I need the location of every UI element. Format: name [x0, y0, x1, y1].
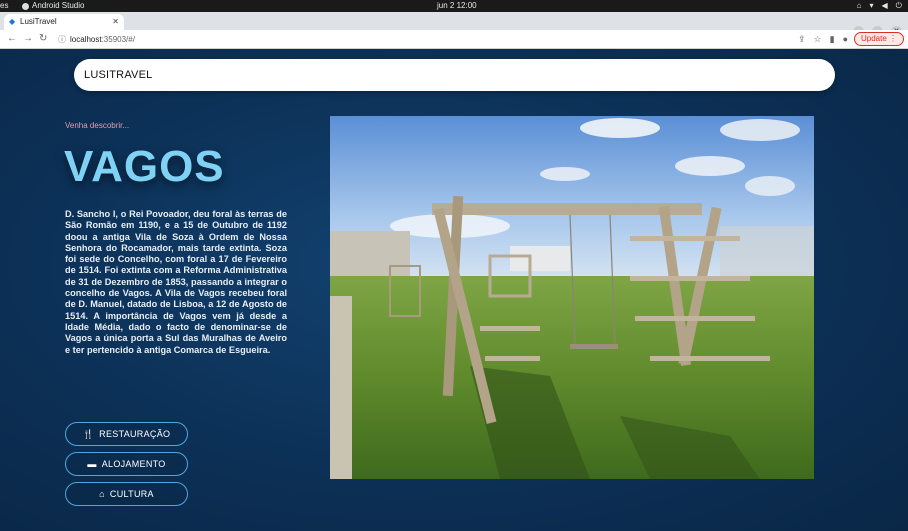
site-info-icon[interactable]: ⓘ	[58, 35, 66, 44]
browser-tab[interactable]: ◆ LusiTravel ✕	[4, 14, 124, 30]
bed-icon: ▬	[87, 459, 97, 469]
url-path: :35903/#/	[101, 35, 135, 44]
update-label: Update	[860, 34, 887, 43]
activities-button[interactable]: es	[0, 0, 8, 12]
bookmark-star-icon[interactable]: ☆	[814, 32, 822, 46]
restaurant-icon: 🍴	[82, 428, 95, 439]
tab-close-icon[interactable]: ✕	[112, 14, 119, 30]
browser-toolbar: ← → ↻ ⓘ localhost:35903/#/ ⇪ ☆ ▮ ● Update…	[0, 30, 908, 49]
tab-title: LusiTravel	[20, 17, 57, 26]
active-app-indicator[interactable]: Android Studio	[22, 0, 84, 12]
app-header-bar: LUSITRAVEL	[74, 59, 835, 91]
museum-icon: ⌂	[99, 489, 105, 499]
wifi-icon: ▾	[869, 1, 874, 10]
profile-avatar-icon[interactable]: ●	[843, 32, 848, 46]
brand-title[interactable]: LUSITRAVEL	[84, 59, 152, 91]
url-host: localhost	[70, 35, 102, 44]
cultura-button[interactable]: ⌂ CULTURA	[65, 482, 188, 506]
volume-icon: ◀	[881, 1, 888, 10]
system-tray[interactable]: ⌂ ▾ ◀ ⏻	[857, 0, 902, 12]
network-icon: ⌂	[856, 1, 862, 10]
browser-tabstrip: ◆ LusiTravel ✕ + ⌄ – ▫ ✕	[0, 12, 908, 40]
more-menu-icon: ⋮	[889, 34, 897, 43]
alojamento-button[interactable]: ▬ ALOJAMENTO	[65, 452, 188, 476]
os-top-bar: es Android Studio jun 2 12:00 ⌂ ▾ ◀ ⏻	[0, 0, 908, 12]
address-bar[interactable]: ⓘ localhost:35903/#/	[58, 33, 135, 46]
android-studio-icon	[22, 2, 29, 10]
back-arrow-icon[interactable]: ←	[7, 32, 17, 46]
side-panel-icon[interactable]: ▮	[830, 32, 835, 46]
flutter-favicon-icon: ◆	[9, 17, 16, 26]
restauracao-label: RESTAURAÇÃO	[99, 429, 171, 439]
active-app-name: Android Studio	[32, 1, 85, 10]
system-clock[interactable]: jun 2 12:00	[437, 0, 477, 12]
update-button[interactable]: Update ⋮	[853, 32, 904, 46]
reload-icon[interactable]: ↻	[39, 32, 47, 46]
destination-description: D. Sancho I, o Rei Povoador, deu foral à…	[65, 209, 287, 355]
page-content: LUSITRAVEL Venha descobrir... VAGOS D. S…	[0, 49, 908, 531]
power-icon: ⏻	[895, 1, 902, 10]
destination-photo	[330, 116, 814, 479]
share-icon[interactable]: ⇪	[798, 32, 806, 46]
restauracao-button[interactable]: 🍴 RESTAURAÇÃO	[65, 422, 188, 446]
alojamento-label: ALOJAMENTO	[101, 459, 166, 469]
destination-title: VAGOS	[64, 142, 225, 191]
kicker-text: Venha descobrir...	[65, 121, 130, 130]
toolbar-icons: ⇪ ☆ ▮ ●	[798, 32, 848, 46]
forward-arrow-icon[interactable]: →	[23, 32, 33, 46]
cultura-label: CULTURA	[109, 489, 154, 499]
